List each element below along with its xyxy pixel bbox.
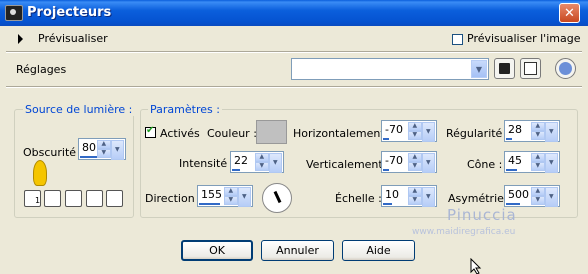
intensity-label: Intensité : xyxy=(179,157,235,170)
watermark-name: Pinuccia xyxy=(447,206,517,224)
darkness-label: Obscurité : xyxy=(23,146,84,159)
direction-spinner[interactable]: 155 ▲ ▼ ▼ xyxy=(197,185,253,207)
cone-label: Cône : xyxy=(467,158,503,171)
chevron-down-icon[interactable]: ▼ xyxy=(471,60,487,78)
preview-image-label[interactable]: Prévisualiser l'image xyxy=(467,32,580,45)
direction-dial[interactable] xyxy=(262,183,292,213)
scale-spinner[interactable]: 10 ▲ ▼ ▼ xyxy=(381,185,437,207)
expand-triangle-icon[interactable] xyxy=(18,34,23,44)
reset-icon xyxy=(559,62,572,75)
direction-label: Direction : xyxy=(145,192,202,205)
close-button[interactable]: ✕ xyxy=(559,3,580,23)
dice-icon xyxy=(524,62,537,75)
light-preset-3[interactable] xyxy=(65,190,82,207)
dial-needle-icon xyxy=(273,190,282,204)
light-preset-1[interactable]: 1 xyxy=(24,190,41,207)
color-swatch[interactable] xyxy=(256,120,287,144)
preview-image-checkbox[interactable] xyxy=(452,34,463,45)
mouse-cursor-icon xyxy=(470,258,482,274)
cone-spinner[interactable]: 45 ▲ ▼ ▼ xyxy=(504,151,560,173)
light-preset-2[interactable] xyxy=(44,190,61,207)
horizontal-spinner[interactable]: -70 ▲ ▼ ▼ xyxy=(381,120,437,142)
watermark-url: www.maidiregrafica.eu xyxy=(412,227,516,237)
window-title: Projecteurs xyxy=(27,5,112,20)
cancel-button[interactable]: Annuler xyxy=(261,240,334,261)
active-checkbox[interactable]: ✔ xyxy=(145,125,156,138)
asymmetry-label: Asymétrie : xyxy=(448,192,512,205)
regularity-spinner[interactable]: 28 ▲ ▼ ▼ xyxy=(504,120,560,142)
settings-label: Réglages xyxy=(16,63,67,76)
regularity-label: Régularité : xyxy=(446,127,510,140)
separator xyxy=(6,86,582,88)
color-label: Couleur : xyxy=(207,127,257,140)
app-icon xyxy=(5,5,23,21)
floppy-icon xyxy=(499,63,510,74)
random-button[interactable] xyxy=(520,58,541,79)
params-legend: Paramètres : xyxy=(148,103,222,116)
scale-label: Échelle : xyxy=(335,192,382,205)
vertical-label: Verticalement : xyxy=(306,158,390,171)
asymmetry-spinner[interactable]: 500 ▲ ▼ ▼ xyxy=(504,185,560,207)
darkness-spinner[interactable]: 80 ▲ ▼ ▼ xyxy=(78,138,126,160)
preset-combo[interactable]: ▼ xyxy=(291,58,489,80)
save-preset-button[interactable] xyxy=(494,58,515,79)
light-pointer-icon xyxy=(33,160,47,186)
intensity-spinner[interactable]: 22 ▲ ▼ ▼ xyxy=(230,151,284,173)
active-label[interactable]: Activés xyxy=(160,127,200,140)
separator xyxy=(6,51,582,53)
ok-button[interactable]: OK xyxy=(181,240,253,261)
light-source-legend: Source de lumière : xyxy=(23,103,135,116)
preview-expand-label[interactable]: Prévisualiser xyxy=(38,32,108,45)
vertical-spinner[interactable]: -70 ▲ ▼ ▼ xyxy=(381,151,437,173)
help-button[interactable]: Aide xyxy=(342,240,415,261)
light-preset-5[interactable] xyxy=(106,190,123,207)
horizontal-label: Horizontalement : xyxy=(293,127,392,140)
light-preset-4[interactable] xyxy=(86,190,103,207)
reset-button[interactable] xyxy=(555,58,576,79)
